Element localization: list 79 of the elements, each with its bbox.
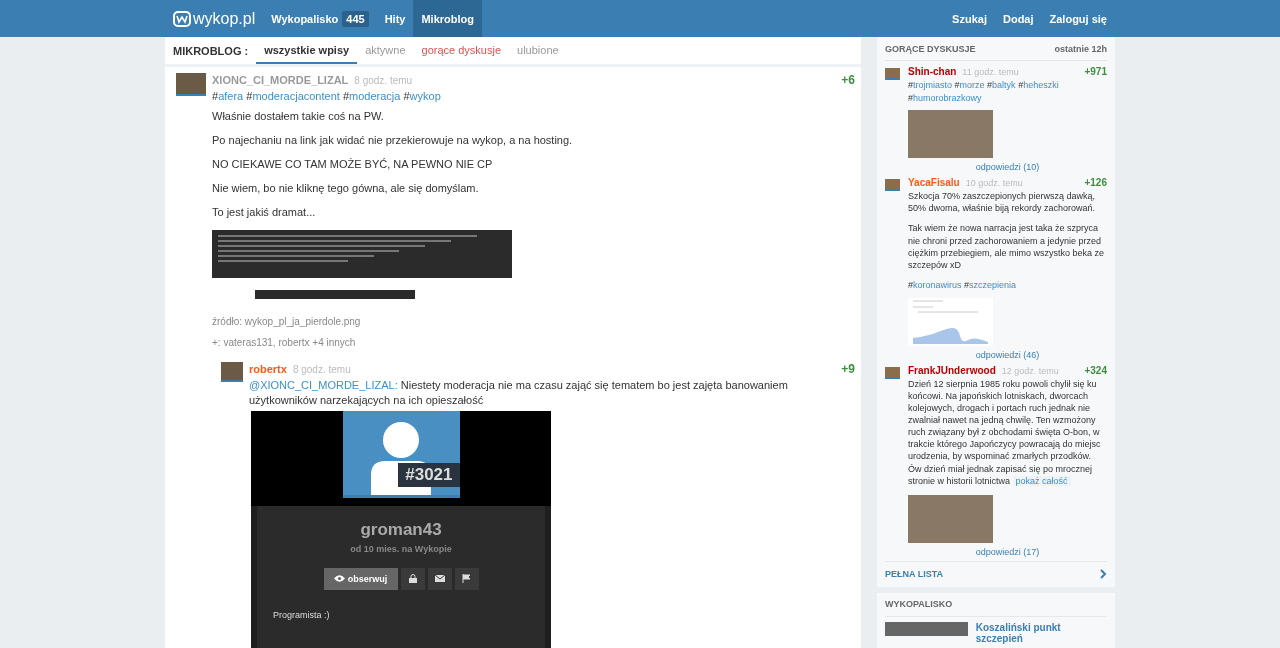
tag-link[interactable]: #szczepienia xyxy=(964,280,1017,291)
photo-placeholder[interactable] xyxy=(908,110,993,159)
author-link[interactable]: Shin-chan xyxy=(908,66,957,77)
author-link[interactable]: YacaFisalu xyxy=(908,177,960,189)
message-button[interactable] xyxy=(427,568,452,590)
photo-placeholder[interactable] xyxy=(908,494,993,543)
replies-link[interactable]: odpowiedzi (17) xyxy=(908,546,1107,557)
panel-title: GORĄCE DYSKUSJE xyxy=(885,43,976,54)
follow-button[interactable]: obserwuj xyxy=(323,568,398,590)
period-label: ostatnie 12h xyxy=(1054,43,1107,54)
tag-link[interactable]: #humorobrazkowy xyxy=(908,92,982,103)
logo[interactable]: wykop.pl xyxy=(165,0,264,37)
author-link[interactable]: XIONC_CI_MORDE_LIZAL xyxy=(212,74,349,86)
report-button[interactable] xyxy=(454,568,479,590)
flag-icon xyxy=(462,574,471,584)
logo-text: wykop.pl xyxy=(193,9,256,28)
nav-link[interactable]: Szukaj xyxy=(944,0,995,37)
source-text: źródło: wykop_pl_ja_pierdole.png xyxy=(212,316,362,328)
nav-tab[interactable]: Wykopalisko 445 xyxy=(263,0,377,37)
post-text: Tak wiem że nowa narracja jest taka że szpryca nie chroni przed zachorowaniem a jedynie przed ciężkim przebiegiem, ale mimo wszystko beka ze szczepów xD xyxy=(908,222,1106,272)
chevron-right-icon xyxy=(1100,569,1107,580)
mention-link[interactable]: @XIONC_CI_MORDE_LIZAL: xyxy=(249,379,398,392)
eye-icon xyxy=(333,575,345,583)
tag-link[interactable]: #heheszki xyxy=(1018,80,1059,90)
voters-text: +: vateras131, robertx +4 innych xyxy=(212,337,357,349)
full-list-link[interactable]: PEŁNA LISTA xyxy=(885,560,1107,587)
link-title[interactable]: Koszaliński punkt szczepień xyxy=(975,621,1107,644)
tag-link[interactable]: #moderacja xyxy=(342,90,401,102)
tag-link[interactable]: #baltyk xyxy=(987,80,1016,90)
filter-tab[interactable]: wszystkie wpisy xyxy=(256,37,358,64)
tag-link[interactable]: #morze xyxy=(954,80,985,90)
post-time: 8 godz. temu xyxy=(292,364,351,376)
nav-tab[interactable]: Hity xyxy=(376,0,414,37)
avatar[interactable] xyxy=(885,179,900,192)
logo-icon xyxy=(173,10,191,27)
profile-since: od 10 mies. na Wykopie xyxy=(350,544,452,554)
post-text: To jest jakiś dramat... xyxy=(212,206,317,219)
author-link[interactable]: robertx xyxy=(249,363,287,376)
profile-name: groman43 xyxy=(360,520,442,540)
vote-count: +126 xyxy=(1084,177,1107,189)
post-text: NO CIEKAWE CO TAM MOŻE BYĆ, NA PEWNO NIE CP xyxy=(212,158,494,171)
nav-tab[interactable]: Mikroblog xyxy=(413,0,482,37)
vote-count: +6 xyxy=(841,73,855,87)
filter-tab[interactable]: gorące dyskusje xyxy=(413,37,510,64)
lock-button[interactable] xyxy=(400,568,425,590)
chart-thumbnail[interactable] xyxy=(908,297,993,346)
avatar[interactable] xyxy=(885,366,900,379)
nav-link[interactable]: Dodaj xyxy=(994,0,1042,37)
vote-count: +324 xyxy=(1084,364,1107,376)
count-badge: 445 xyxy=(342,10,369,27)
vote-count: +9 xyxy=(841,362,855,377)
lock-icon xyxy=(408,574,417,584)
tag-link[interactable]: #trojmiasto xyxy=(908,80,953,90)
tag-link[interactable]: #wykop xyxy=(403,90,441,102)
envelope-icon xyxy=(434,575,445,583)
section-label: MIKROBLOG : xyxy=(173,43,249,59)
post-time: 8 godz. temu xyxy=(354,75,413,86)
filter-tab[interactable]: aktywne xyxy=(357,37,414,64)
replies-link[interactable]: odpowiedzi (10) xyxy=(908,162,1107,173)
replies-link[interactable]: odpowiedzi (46) xyxy=(908,349,1107,360)
post-text: Po najechaniu na link jak widać nie przekierowuje na wykop, a na hosting. xyxy=(212,134,574,147)
vote-count: +971 xyxy=(1084,66,1107,77)
author-link[interactable]: FrankJUnderwood xyxy=(908,364,996,376)
post-text: Właśnie dostałem takie coś na PW. xyxy=(212,110,385,123)
tag-link[interactable]: #moderacjacontent xyxy=(246,90,340,102)
filter-tab[interactable]: ulubione xyxy=(509,37,567,64)
panel-title: WYKOPALISKO xyxy=(885,599,953,610)
show-more-link[interactable]: pokaż całość xyxy=(1012,475,1071,486)
nav-link[interactable]: Zaloguj się xyxy=(1041,0,1115,37)
profile-bio: Programista :) xyxy=(273,610,330,620)
tag-link[interactable]: #koronawirus xyxy=(908,280,962,291)
post-text: Szkocja 70% zaszczepionych pierwszą dawką, 50% dwoma, właśnie biją rekordy zachorowań. xyxy=(908,190,1097,215)
post-text: Dzień 12 sierpnia 1985 roku powoli chylił się ku końcowi. Na japońskich lotniskach, dworcach kolejowych, drogach i portach ruch jednak nie zwalniał nawet na jedną chwilę. Ten wzmożony ruch związany był z obchodami święta O-bon, w trakcie którego Japończycy powracają do miejsc urodzenia, by wspominać zmarłych przodków. Ów dzień miał jednak zapisać się po mrocznej stronie w historii lotnictwa pokaż całość xyxy=(908,377,1102,487)
post-text: Nie wiem, bo nie kliknę tego gówna, ale się domyślam. xyxy=(212,182,480,195)
avatar[interactable] xyxy=(221,362,243,383)
tag-link[interactable]: #afera xyxy=(212,90,244,102)
comment-text: @XIONC_CI_MORDE_LIZAL: Niestety moderacja nie ma czasu zająć się tematem bo jest zajęta banowaniem użytkowników narzekających na ich opieszałość xyxy=(249,378,789,407)
photo-placeholder[interactable] xyxy=(885,621,968,636)
profile-number: #3021 xyxy=(398,463,460,487)
